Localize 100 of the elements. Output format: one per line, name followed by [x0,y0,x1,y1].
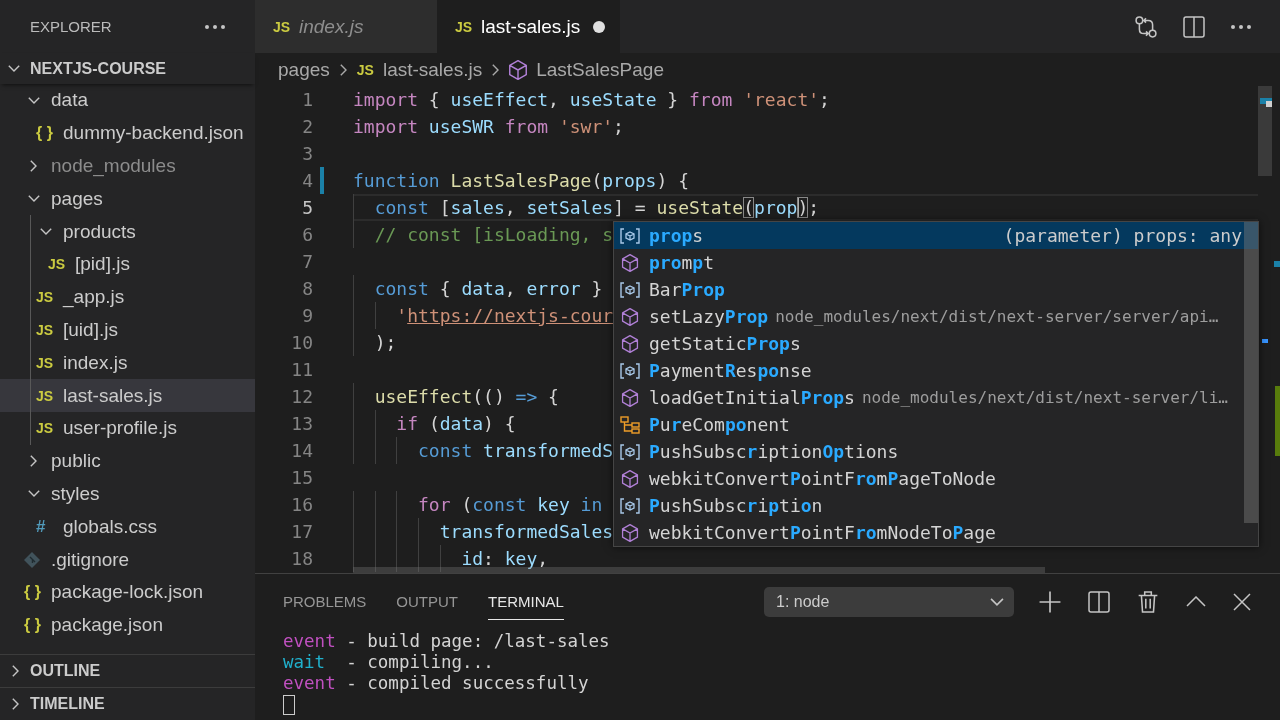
line-number: 2 [301,115,313,139]
suggestion-detail: node_modules/next/dist/next-server/li… [861,388,1228,407]
cube-icon [620,253,640,272]
breadcrumb-item[interactable]: pages [278,58,330,81]
editor-tab[interactable]: JS index.js [255,0,437,53]
line-number: 16 [290,493,313,517]
line-number: 5 [301,196,313,220]
cube-icon [620,307,640,326]
suggestion-item[interactable]: props (parameter) props: any [614,222,1258,249]
line-number: 10 [290,331,313,355]
line-number: 3 [301,142,313,166]
suggestion-item[interactable]: webkitConvertPointFromNodeToPage [614,519,1258,546]
bracket-cube-icon [620,442,640,461]
chevron-up-icon[interactable] [1186,596,1206,607]
section-header[interactable]: NEXTJS-COURSE [0,53,255,84]
file-type-icon: { } [24,584,41,601]
breadcrumb-item[interactable]: JS last-sales.js [356,58,483,81]
close-icon[interactable] [1233,592,1251,611]
split-view-icon[interactable] [1088,590,1110,613]
file-item[interactable]: JS _app.js [0,280,255,314]
suggestion-item[interactable]: webkitConvertPointFromPageToNode [614,465,1258,492]
bracket-cube-icon [620,496,640,515]
line-number: 18 [290,547,313,571]
terminal-cursor [283,695,295,715]
suggestion-item[interactable]: getStaticProps [614,330,1258,357]
split-view-icon[interactable] [1183,15,1205,38]
code-line: id: key, [461,548,549,569]
suggestion-item[interactable]: PureComponent [614,411,1258,438]
file-type-icon: JS [36,322,54,337]
file-item[interactable]: JS last-sales.js [0,379,255,412]
code-line: useEffect(() => { [374,386,559,407]
suggestion-item[interactable]: BarProp [614,276,1258,303]
chevron-right-icon [339,63,347,76]
suggestion-item[interactable]: prompt [614,249,1258,276]
file-item[interactable]: # globals.css [0,510,255,544]
file-type-icon: JS [36,421,54,436]
file-type-icon: JS [48,257,66,272]
editor-tab[interactable]: JS last-sales.js [437,0,621,53]
line-number: 15 [290,466,313,490]
cube-icon [620,388,640,407]
bracket-cube-icon [620,226,640,245]
panel-tab[interactable]: OUTPUT [396,583,459,620]
suggestion-item[interactable]: setLazyProp node_modules/next/dist/next-server/server/api… [614,303,1258,330]
line-number: 12 [290,385,313,409]
suggestion-item[interactable]: PushSubscriptionOptions [614,438,1258,465]
breadcrumb-item[interactable]: LastSalesPage [509,58,664,81]
chevron-down-icon [990,597,1004,606]
folder-item[interactable]: node_modules [0,149,255,183]
scrollbar[interactable] [1244,222,1258,523]
terminal-line: event - build page: /last-sales [283,631,610,652]
trash-icon[interactable] [1137,590,1159,613]
sidebar-title: EXPLORER [30,18,112,35]
cube-icon [620,334,640,353]
line-number: 9 [301,304,313,328]
cube-icon [620,523,640,542]
line-number: 13 [290,412,313,436]
code-line: for (const key in [418,494,603,515]
code-line: const [sales, setSales] = useState(prop); [374,197,820,218]
panel-tab[interactable]: TERMINAL [488,583,564,620]
terminal-line: event - compiled successfully [283,673,589,694]
file-type-icon: JS [455,19,473,34]
code-line: const { data, error } [374,278,603,299]
horizontal-scrollbar[interactable] [353,567,1045,573]
suggestion-item[interactable]: PushSubscription [614,492,1258,519]
suggestion-item[interactable]: PaymentResponse [614,357,1258,384]
file-item[interactable]: { } package-lock.json [0,575,255,609]
file-item[interactable]: JS user-profile.js [0,411,255,445]
plus-icon[interactable] [1039,590,1061,613]
folder-item[interactable]: public [0,444,255,478]
panel-tab[interactable]: PROBLEMS [283,583,367,620]
more-icon[interactable] [1231,24,1251,29]
suggestion-item[interactable]: loadGetInitialProps node_modules/next/dist/next-server/li… [614,384,1258,411]
code-line: import useSWR from 'swr'; [353,116,624,137]
more-icon[interactable] [205,24,225,29]
code-line: 'https://nextjs-cour [396,305,614,326]
terminal-select[interactable]: 1: node [764,586,1014,617]
file-type-icon: { } [24,617,41,634]
file-item[interactable]: JS [pid].js [0,248,255,281]
file-item[interactable]: { } dummy-backend.json [0,116,255,150]
file-type-icon: # [36,518,46,536]
file-item[interactable]: { } package.json [0,608,255,642]
terminal-line: wait - compiling... [283,652,494,673]
linked-circles-icon[interactable] [1135,15,1157,38]
folder-item[interactable]: styles [0,477,255,511]
folder-item[interactable]: pages [0,182,255,216]
suggestion-detail: node_modules/next/dist/next-server/server/api… [775,307,1219,326]
file-type-icon: JS [273,19,291,34]
line-number: 14 [290,439,313,463]
file-type-icon: JS [356,62,374,77]
folder-item[interactable]: data [0,84,255,117]
file-item[interactable]: JS index.js [0,346,255,380]
suggestion-detail: (parameter) props: any [1003,225,1242,246]
file-item[interactable]: .gitignore [0,543,255,576]
line-number: 4 [301,169,313,193]
cube-icon [620,469,640,488]
code-line: const transformedS [418,440,614,461]
file-item[interactable]: JS [uid].js [0,313,255,347]
folder-item[interactable]: products [0,215,255,248]
code-line: function LastSalesPage(props) { [353,170,689,191]
bracket-cube-icon [620,361,640,380]
